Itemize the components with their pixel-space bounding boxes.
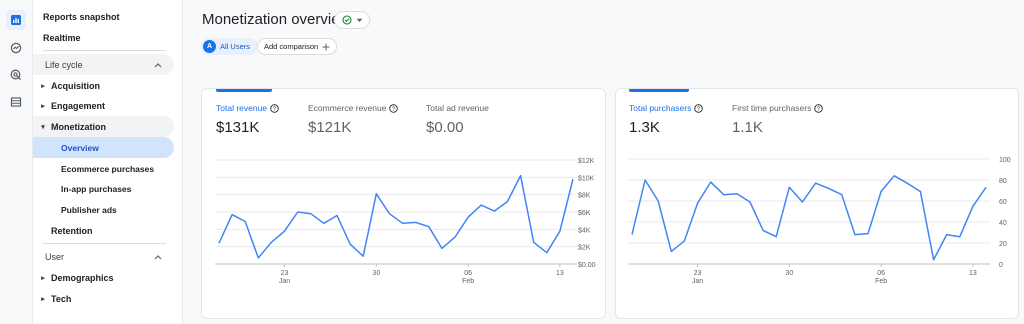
nav-label: Ecommerce purchases — [61, 163, 155, 174]
purchasers-card: Total purchasers ? 1.3K First time purch… — [615, 88, 1019, 319]
x-tick-label: 23 — [694, 270, 702, 277]
caret-right-icon: ▸ — [41, 82, 45, 90]
library-icon[interactable] — [6, 92, 26, 112]
nav-demographics[interactable]: ▸ Demographics — [33, 267, 174, 288]
report-status-dropdown[interactable] — [334, 11, 370, 29]
nav-acquisition[interactable]: ▸ Acquisition — [33, 75, 174, 96]
page-title: Monetization overview — [202, 11, 351, 28]
report-navigation: Reports snapshot Realtime Life cycle ▸ A… — [33, 0, 183, 324]
icon-rail — [0, 0, 33, 324]
nav-label: Reports snapshot — [43, 11, 120, 22]
y-tick-label: $2K — [578, 245, 591, 252]
nav-reports-snapshot[interactable]: Reports snapshot — [33, 6, 174, 27]
nav-label: Acquisition — [51, 80, 100, 91]
nav-retention[interactable]: Retention — [33, 220, 174, 241]
x-tick-label: 23 — [281, 270, 289, 277]
nav-section-label: User — [45, 251, 65, 262]
y-tick-label: 80 — [999, 178, 1007, 185]
purchasers-line-chart: 100 80 60 40 20 0 23Jan 30 06Feb 13 — [628, 157, 1011, 285]
y-tick-label: 60 — [999, 199, 1007, 206]
y-tick-label: $6K — [578, 210, 591, 217]
series-line — [631, 175, 987, 261]
reports-icon[interactable] — [6, 10, 26, 30]
dropdown-arrow-icon — [356, 18, 362, 22]
x-tick-month-label: Jan — [692, 278, 703, 285]
nav-inapp-purchases[interactable]: In-app purchases — [33, 178, 174, 199]
nav-engagement[interactable]: ▸ Engagement — [33, 95, 174, 116]
nav-label: Monetization — [51, 121, 106, 132]
explore-icon[interactable] — [6, 38, 26, 58]
caret-right-icon: ▸ — [41, 295, 45, 303]
y-tick-label: $8K — [578, 193, 591, 200]
x-tick-label: 30 — [372, 270, 380, 277]
y-tick-label: $0.00 — [578, 262, 596, 269]
nav-tech[interactable]: ▸ Tech — [33, 288, 174, 309]
nav-overview[interactable]: Overview — [33, 137, 174, 158]
chevron-up-icon — [154, 62, 162, 67]
comparison-badge: A — [203, 40, 216, 53]
y-tick-label: 20 — [999, 241, 1007, 248]
all-users-chip[interactable]: A All Users — [201, 38, 259, 55]
y-tick-label: $4K — [578, 227, 591, 234]
plus-icon — [322, 43, 330, 50]
nav-divider — [43, 243, 166, 244]
add-comparison-label: Add comparison — [264, 42, 319, 51]
x-tick-label: 06 — [464, 270, 472, 277]
nav-label: Realtime — [43, 32, 81, 43]
x-tick-label: 13 — [969, 270, 977, 277]
nav-publisher-ads[interactable]: Publisher ads — [33, 199, 174, 220]
nav-divider — [43, 50, 166, 51]
all-users-label: All Users — [220, 42, 251, 51]
x-tick-label: 13 — [556, 270, 564, 277]
chevron-up-icon — [154, 254, 162, 259]
nav-label: Overview — [61, 142, 99, 153]
y-tick-label: $10K — [578, 175, 595, 182]
nav-label: Retention — [51, 225, 93, 236]
nav-section-lifecycle[interactable]: Life cycle — [33, 54, 174, 75]
y-tick-label: 40 — [999, 220, 1007, 227]
x-tick-month-label: Feb — [875, 278, 887, 285]
nav-label: Engagement — [51, 100, 106, 111]
series-line — [218, 174, 574, 259]
advertising-icon[interactable] — [6, 65, 26, 85]
caret-right-icon: ▸ — [41, 102, 45, 110]
nav-section-label: Life cycle — [45, 59, 83, 70]
x-tick-label: 06 — [877, 270, 885, 277]
x-tick-label: 30 — [785, 270, 793, 277]
nav-label: Tech — [51, 293, 72, 304]
x-tick-month-label: Jan — [279, 278, 290, 285]
y-tick-label: $12K — [578, 158, 595, 165]
x-tick-month-label: Feb — [462, 278, 474, 285]
y-tick-label: 100 — [999, 157, 1011, 164]
nav-realtime[interactable]: Realtime — [33, 27, 174, 48]
nav-label: Demographics — [51, 272, 114, 283]
nav-label: Publisher ads — [61, 204, 117, 215]
nav-monetization[interactable]: ▾ Monetization — [33, 116, 174, 137]
nav-section-user[interactable]: User — [33, 246, 174, 267]
revenue-line-chart: $12K $10K $8K $6K $4K $2K $0.00 23Jan 30 06Feb 13 — [215, 158, 596, 285]
caret-right-icon: ▸ — [41, 274, 45, 282]
revenue-card: Total revenue ? $131K Ecommerce revenue … — [201, 88, 606, 319]
nav-label: In-app purchases — [61, 183, 132, 194]
y-tick-label: 0 — [999, 262, 1003, 269]
nav-ecommerce-purchases[interactable]: Ecommerce purchases — [33, 158, 174, 179]
check-circle-icon — [341, 15, 352, 25]
add-comparison-button[interactable]: Add comparison — [257, 38, 338, 55]
caret-down-icon: ▾ — [41, 123, 45, 131]
